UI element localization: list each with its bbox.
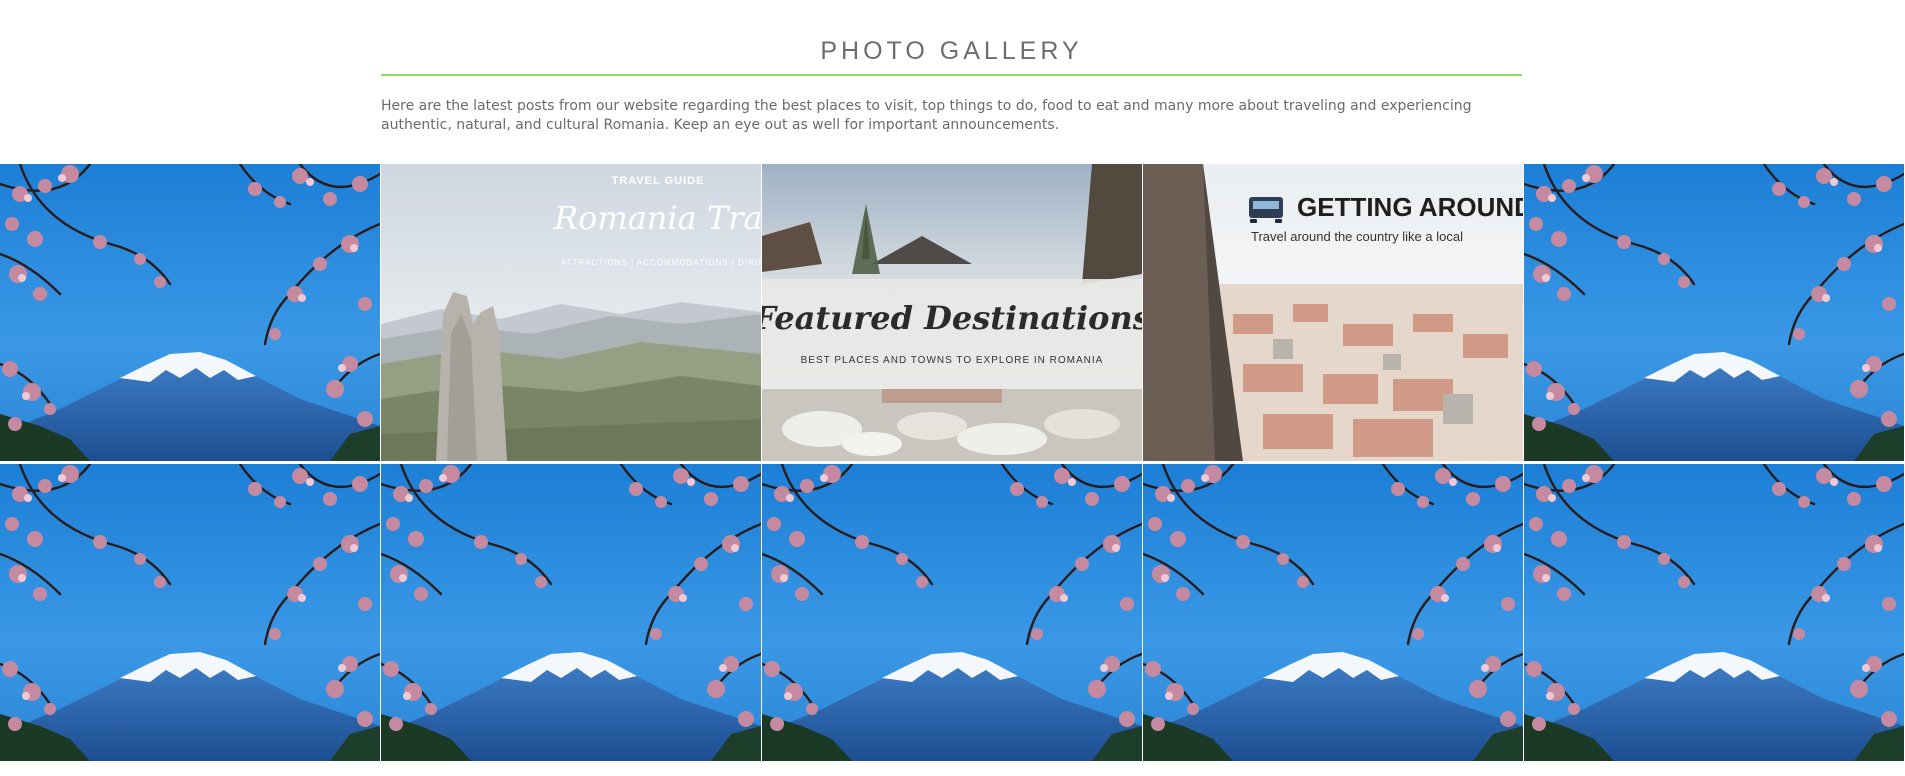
- mount-fuji-cherry-blossom-photo: [0, 164, 380, 461]
- featured-destinations-image: Featured Destinations BEST PLACES AND TO…: [762, 164, 1142, 461]
- gallery-tile-8[interactable]: [762, 464, 1142, 761]
- mount-fuji-cherry-blossom-photo: [0, 464, 380, 761]
- gallery-tile-7[interactable]: [381, 464, 761, 761]
- getting-around-heading: GETTING AROUND: [1297, 192, 1523, 222]
- section-title: PHOTO GALLERY: [820, 37, 1083, 65]
- mount-fuji-cherry-blossom-photo: [1524, 464, 1904, 761]
- romania-travel-guide-image: TRAVEL GUIDE Romania Travel ATTRACTIONS …: [381, 164, 761, 461]
- title-divider: [381, 74, 1522, 76]
- gallery-tile-6[interactable]: [0, 464, 380, 761]
- featured-script-title: Featured Destinations: [762, 299, 1142, 337]
- mount-fuji-cherry-blossom-photo: [1524, 164, 1904, 461]
- getting-around-image: GETTING AROUND Travel around the country…: [1143, 164, 1523, 461]
- gallery-header: PHOTO GALLERY Here are the latest posts …: [381, 0, 1522, 149]
- gallery-tile-3[interactable]: Featured Destinations BEST PLACES AND TO…: [762, 164, 1142, 461]
- mount-fuji-cherry-blossom-photo: [1143, 464, 1523, 761]
- gallery-tile-5[interactable]: [1524, 164, 1904, 461]
- mount-fuji-cherry-blossom-photo: [762, 464, 1142, 761]
- gallery-tile-2[interactable]: TRAVEL GUIDE Romania Travel ATTRACTIONS …: [381, 164, 761, 461]
- gallery-tile-1[interactable]: [0, 164, 380, 461]
- gallery-tile-10[interactable]: [1524, 464, 1904, 761]
- featured-subtitle: BEST PLACES AND TOWNS TO EXPLORE IN ROMA…: [801, 355, 1104, 366]
- section-intro: Here are the latest posts from our websi…: [381, 98, 1472, 133]
- gallery-tile-9[interactable]: [1143, 464, 1523, 761]
- gallery-tile-4[interactable]: GETTING AROUND Travel around the country…: [1143, 164, 1523, 461]
- mount-fuji-cherry-blossom-photo: [381, 464, 761, 761]
- photo-gallery-grid: TRAVEL GUIDE Romania Travel ATTRACTIONS …: [0, 164, 1905, 764]
- getting-around-subtitle: Travel around the country like a local: [1251, 229, 1463, 244]
